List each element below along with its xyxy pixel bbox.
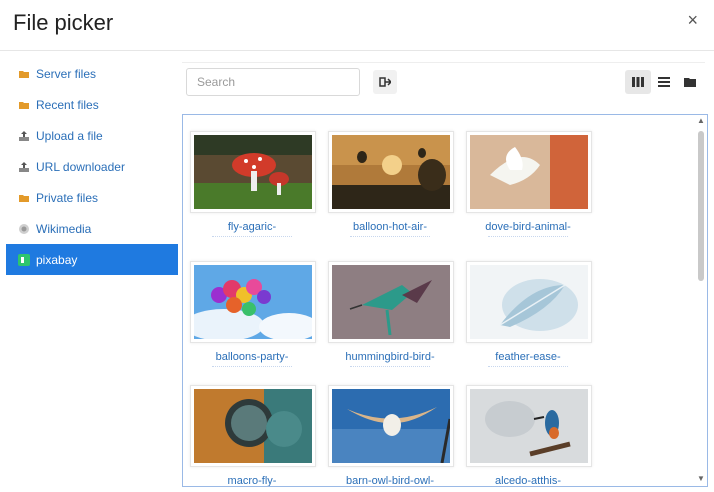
grid-view-icon[interactable] xyxy=(625,70,651,94)
logout-icon[interactable] xyxy=(373,70,397,94)
file-tile[interactable]: macro-fly- xyxy=(190,385,316,487)
file-tile[interactable]: hummingbird-bird- xyxy=(328,261,454,381)
thumbnail-kingfisher xyxy=(466,385,592,467)
scroll-down-arrow-icon[interactable]: ▼ xyxy=(697,475,705,483)
file-name: barn-owl-bird-owl- xyxy=(345,475,435,487)
upload-icon xyxy=(18,130,30,142)
search-input[interactable] xyxy=(186,68,360,96)
file-name: macro-fly- xyxy=(227,475,277,487)
sidebar-item-label: Upload a file xyxy=(36,128,103,143)
file-tile[interactable]: feather-ease- xyxy=(466,261,592,381)
thumbnail-owl xyxy=(328,385,454,467)
sidebar-item-label: Wikimedia xyxy=(36,221,92,236)
thumbnail-balloons xyxy=(190,261,316,343)
file-tile[interactable]: dove-bird-animal- xyxy=(466,131,592,251)
file-name: balloon-hot-air- xyxy=(353,221,427,233)
folder-icon xyxy=(18,68,30,80)
thumbnail-hummingbird xyxy=(328,261,454,343)
file-name-continuation xyxy=(488,366,568,368)
upload-icon xyxy=(18,161,30,173)
file-name-continuation xyxy=(350,366,430,368)
sidebar-item-label: Recent files xyxy=(36,97,99,112)
file-name-continuation xyxy=(350,236,430,238)
pixabay-icon xyxy=(18,253,30,266)
scroll-up-arrow-icon[interactable]: ▲ xyxy=(697,117,705,125)
file-name: fly-agaric- xyxy=(227,221,277,233)
thumbnail-dove xyxy=(466,131,592,213)
wikimedia-icon xyxy=(18,223,30,235)
sidebar-item-pixabay[interactable]: pixabay xyxy=(6,244,178,275)
sidebar-item-upload-a-file[interactable]: Upload a file xyxy=(0,120,178,151)
dialog-title: File picker xyxy=(13,10,114,35)
file-tile[interactable]: balloons-party- xyxy=(190,261,316,381)
file-toolbar xyxy=(182,62,705,101)
sidebar-item-wikimedia[interactable]: Wikimedia xyxy=(0,213,178,244)
file-name: feather-ease- xyxy=(495,351,561,363)
thumbnail-feather xyxy=(466,261,592,343)
sidebar-item-url-downloader[interactable]: URL downloader xyxy=(0,151,178,182)
sidebar-item-label: URL downloader xyxy=(36,159,125,174)
sidebar-item-recent-files[interactable]: Recent files xyxy=(0,89,178,120)
file-tile[interactable]: balloon-hot-air- xyxy=(328,131,454,251)
folder-icon xyxy=(18,192,30,204)
thumbnail-mushroom xyxy=(190,131,316,213)
file-name-continuation xyxy=(212,236,292,238)
sidebar-item-label: Server files xyxy=(36,66,97,81)
file-name: dove-bird-animal- xyxy=(485,221,571,233)
file-name: hummingbird-bird- xyxy=(345,351,435,363)
repository-sidebar: Server files Recent files Upload a file … xyxy=(0,58,178,275)
view-switcher xyxy=(625,70,703,94)
file-name-continuation xyxy=(488,236,568,238)
thumbnail-macro xyxy=(190,385,316,467)
dialog-header: File picker × xyxy=(0,0,714,51)
file-name: alcedo-atthis- xyxy=(494,475,562,487)
close-icon[interactable]: × xyxy=(687,10,698,31)
file-tile[interactable]: fly-agaric- xyxy=(190,131,316,251)
file-name-continuation xyxy=(212,366,292,368)
file-tile[interactable]: alcedo-atthis- xyxy=(466,385,592,487)
sidebar-item-label: Private files xyxy=(36,190,99,205)
scrollbar-thumb[interactable] xyxy=(698,131,704,281)
list-view-icon[interactable] xyxy=(651,70,677,94)
folder-view-icon[interactable] xyxy=(677,70,703,94)
sidebar-item-label: pixabay xyxy=(36,252,78,267)
sidebar-item-private-files[interactable]: Private files xyxy=(0,182,178,213)
vertical-scrollbar[interactable]: ▲ ▼ xyxy=(697,117,705,483)
folder-icon xyxy=(18,99,30,111)
sidebar-item-server-files[interactable]: Server files xyxy=(0,58,178,89)
file-name: balloons-party- xyxy=(215,351,289,363)
file-tile[interactable]: barn-owl-bird-owl- xyxy=(328,385,454,487)
thumbnail-balloon xyxy=(328,131,454,213)
file-grid: fly-agaric- balloon-hot-air- dove-bird-a… xyxy=(182,114,708,487)
